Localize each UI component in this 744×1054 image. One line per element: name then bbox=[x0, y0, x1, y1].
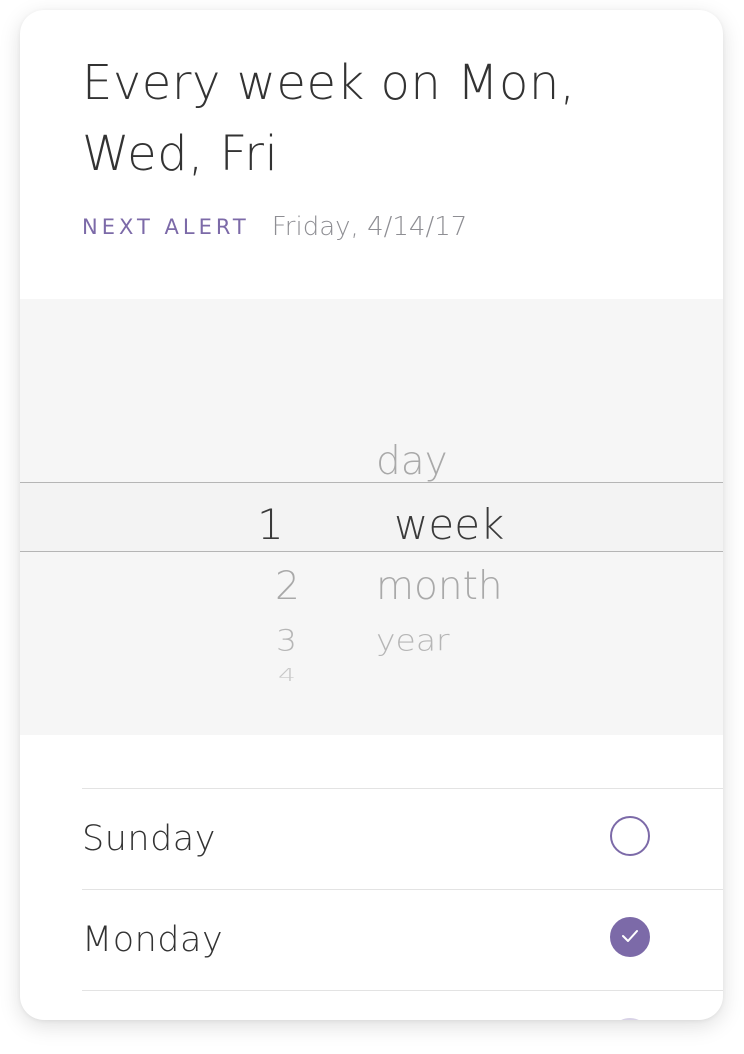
picker-number-option[interactable]: 3 bbox=[276, 623, 297, 657]
empty-circle-icon[interactable] bbox=[610, 1018, 650, 1020]
picker-number-selected[interactable]: 1 bbox=[257, 500, 284, 549]
empty-circle-icon[interactable] bbox=[610, 816, 650, 856]
repeat-settings-card: Every week on Mon, Wed, Fri NEXT ALERT F… bbox=[20, 10, 723, 1020]
picker-unit-selected[interactable]: week bbox=[394, 500, 504, 549]
weekday-list: Sunday Monday bbox=[82, 788, 723, 1020]
checkmark-icon[interactable] bbox=[610, 917, 650, 957]
repeat-summary-title: Every week on Mon, Wed, Fri bbox=[82, 55, 576, 182]
weekday-row-sunday[interactable]: Sunday bbox=[82, 788, 723, 889]
weekday-row-partial[interactable] bbox=[82, 990, 723, 1020]
picker-unit-option[interactable]: month bbox=[376, 564, 503, 609]
next-alert-date: Friday, 4/14/17 bbox=[271, 212, 468, 242]
next-alert-label: NEXT ALERT bbox=[82, 215, 250, 239]
picker-unit-option[interactable]: day bbox=[376, 439, 448, 484]
next-alert-row: NEXT ALERT Friday, 4/14/17 bbox=[82, 210, 467, 244]
picker-selection-top-line bbox=[20, 482, 723, 483]
check-glyph bbox=[622, 930, 638, 942]
picker-selection-bottom-line bbox=[20, 551, 723, 552]
picker-number-option[interactable]: 4 bbox=[278, 665, 296, 685]
weekday-label: Monday bbox=[82, 920, 224, 960]
picker-number-option[interactable]: 2 bbox=[275, 564, 300, 609]
weekday-label: Sunday bbox=[82, 819, 216, 859]
picker-selection-band bbox=[20, 483, 723, 551]
interval-picker[interactable]: day week month year 1 2 3 4 bbox=[20, 299, 723, 735]
picker-unit-option[interactable]: year bbox=[376, 623, 450, 657]
weekday-row-monday[interactable]: Monday bbox=[82, 889, 723, 990]
